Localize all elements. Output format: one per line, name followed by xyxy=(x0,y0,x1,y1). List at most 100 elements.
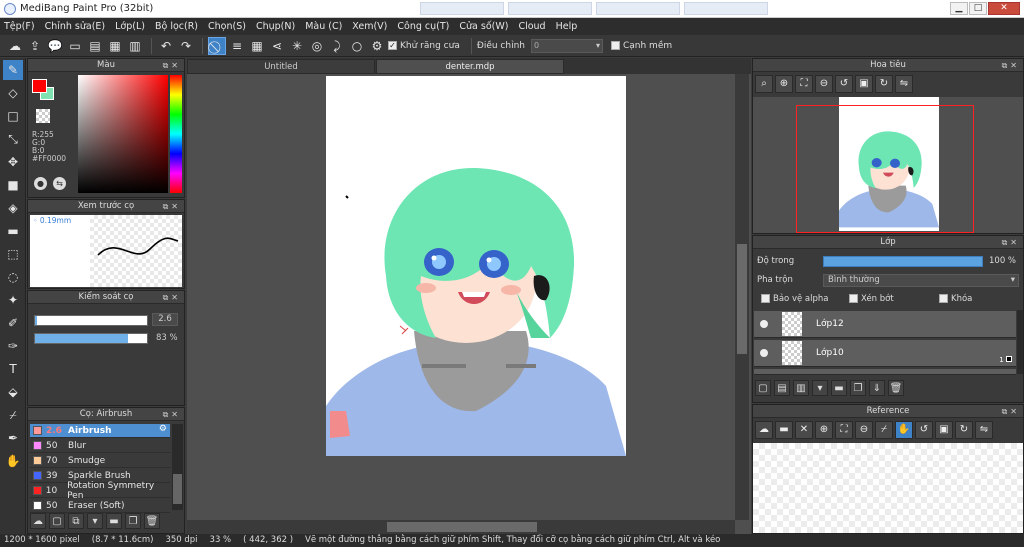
duplicate-layer-icon[interactable]: ❐ xyxy=(850,380,866,396)
protect-alpha-option[interactable]: Bảo vệ alpha xyxy=(761,294,828,304)
circle-snap-icon[interactable]: ◎ xyxy=(308,37,326,55)
menu-tools[interactable]: Công cụ(T) xyxy=(397,21,449,32)
ring-snap-icon[interactable]: ○ xyxy=(348,37,366,55)
canvas-vertical-scrollbar[interactable] xyxy=(735,74,749,520)
panel-buttons[interactable]: ⧉✕ xyxy=(1002,236,1020,249)
menu-view[interactable]: Xem(V) xyxy=(352,21,387,32)
tab-denter[interactable]: denter.mdp xyxy=(376,59,564,74)
bucket-tool-icon[interactable]: ◈ xyxy=(3,198,23,218)
scroll-thumb[interactable] xyxy=(387,522,537,532)
menu-cloud[interactable]: Cloud xyxy=(518,21,545,32)
close-reference-icon[interactable]: ✕ xyxy=(795,421,813,439)
clip-checkbox[interactable] xyxy=(849,294,858,303)
document-icon[interactable]: ▤ xyxy=(86,37,104,55)
protect-alpha-checkbox[interactable] xyxy=(761,294,770,303)
new-brush-icon[interactable]: ▢ xyxy=(49,513,65,529)
dot-tool-icon[interactable]: ⤡ xyxy=(3,129,23,149)
brush-size-slider[interactable] xyxy=(34,315,148,326)
drawing-canvas[interactable] xyxy=(326,76,626,456)
eye-icon[interactable] xyxy=(760,349,768,357)
antialias-checkbox[interactable] xyxy=(388,40,397,50)
delete-layer-icon[interactable]: 🗑 xyxy=(888,380,904,396)
rotate-right-icon[interactable]: ↻ xyxy=(875,75,893,93)
scroll-thumb[interactable] xyxy=(737,244,747,354)
menu-window[interactable]: Cửa số(W) xyxy=(459,21,508,32)
blend-mode-dropdown[interactable]: Bình thường ▾ xyxy=(823,274,1019,287)
sharp-edge-checkbox[interactable] xyxy=(610,40,620,50)
layer-scrollbar[interactable] xyxy=(1017,310,1023,374)
rotate-left-icon[interactable]: ↺ xyxy=(915,421,933,439)
panel-buttons[interactable]: ⧉✕ xyxy=(163,408,181,421)
vanishing-point-icon[interactable]: ⋖ xyxy=(268,37,286,55)
palette-icon[interactable]: ● xyxy=(34,177,47,190)
scroll-thumb[interactable] xyxy=(173,474,182,504)
settings-snap-icon[interactable]: ⚙ xyxy=(368,37,386,55)
panel-buttons[interactable]: ⧉✕ xyxy=(163,59,181,72)
curve-snap-icon[interactable]: ⤸ xyxy=(328,37,346,55)
eyedropper-icon[interactable]: ⌿ xyxy=(3,405,23,425)
brush-item[interactable]: 10 Rotation Symmetry Pen xyxy=(30,481,170,501)
menu-filter[interactable]: Bộ lọc(R) xyxy=(155,21,198,32)
zoom-out-icon[interactable]: ⊖ xyxy=(815,75,833,93)
lock-checkbox[interactable] xyxy=(939,294,948,303)
brush-item[interactable]: 2.6 Airbrush ⚙ xyxy=(30,424,170,438)
layer-add-menu-icon[interactable]: ▾ xyxy=(812,380,828,396)
fill-rect-tool-icon[interactable]: ■ xyxy=(3,175,23,195)
rotate-left-icon[interactable]: ↺ xyxy=(835,75,853,93)
open-folder-icon[interactable]: ▬ xyxy=(775,421,793,439)
close-button[interactable]: ✕ xyxy=(988,2,1020,15)
navigator-viewport-frame[interactable] xyxy=(796,105,974,233)
move-tool-icon[interactable]: ✥ xyxy=(3,152,23,172)
hand-icon[interactable]: ✋ xyxy=(895,421,913,439)
panel-buttons[interactable]: ⧉✕ xyxy=(1002,59,1020,72)
layer-row[interactable]: Lớp12 xyxy=(754,311,1016,338)
tab-untitled[interactable]: Untitled xyxy=(187,59,375,74)
layer-folder-icon[interactable]: ▬ xyxy=(831,380,847,396)
select-pen-icon[interactable]: ✐ xyxy=(3,313,23,333)
new-8bit-layer-icon[interactable]: ▥ xyxy=(793,380,809,396)
transparent-color-swatch[interactable] xyxy=(36,109,50,123)
shape-tool-icon[interactable]: □ xyxy=(3,106,23,126)
brush-size-value[interactable]: 2.6 xyxy=(152,313,178,326)
radial-snap-icon[interactable]: ✳ xyxy=(288,37,306,55)
duplicate-icon[interactable]: ❐ xyxy=(125,513,141,529)
tiles-icon[interactable]: ▥ xyxy=(126,37,144,55)
trash-icon[interactable]: 🗑 xyxy=(144,513,160,529)
eye-icon[interactable] xyxy=(760,320,768,328)
brush-item[interactable]: 70 Smudge xyxy=(30,454,170,468)
flip-icon[interactable]: ⇋ xyxy=(975,421,993,439)
foreground-color-swatch[interactable] xyxy=(32,79,47,93)
antialias-option[interactable]: Khử răng cưa xyxy=(388,40,460,51)
sharp-edge-option[interactable]: Cạnh mềm xyxy=(610,40,672,51)
brush-item[interactable]: 50 Eraser (Soft) xyxy=(30,499,170,513)
layer-row[interactable]: Lớp10 1 xyxy=(754,340,1016,367)
grid-doc-icon[interactable]: ▦ xyxy=(106,37,124,55)
menu-select[interactable]: Chọn(S) xyxy=(208,21,246,32)
cloud-icon[interactable]: ☁ xyxy=(6,37,24,55)
pen-nib-icon[interactable]: ✒ xyxy=(3,428,23,448)
menu-file[interactable]: Tệp(F) xyxy=(4,21,35,32)
lasso-tool-icon[interactable]: ◌ xyxy=(3,267,23,287)
canvas-horizontal-scrollbar[interactable] xyxy=(187,520,735,534)
snap-off-icon[interactable]: ⃠ xyxy=(208,36,226,55)
new-halftone-layer-icon[interactable]: ▤ xyxy=(774,380,790,396)
brush-tool-icon[interactable]: ✎ xyxy=(3,60,23,80)
brush-item[interactable]: 50 Blur xyxy=(30,439,170,453)
zoom-in-icon[interactable]: ⊕ xyxy=(775,75,793,93)
fit-window-icon[interactable]: ⛶ xyxy=(835,421,853,439)
hand-tool-icon[interactable]: ✋ xyxy=(3,451,23,471)
menu-help[interactable]: Help xyxy=(556,21,578,32)
cloud-brush-icon[interactable]: ☁ xyxy=(30,513,46,529)
brush-list-scrollbar[interactable] xyxy=(172,424,183,510)
comment-icon[interactable]: 💬 xyxy=(46,37,64,55)
copy-brush-icon[interactable]: ⧉ xyxy=(68,513,84,529)
upload-icon[interactable]: ⇪ xyxy=(26,37,44,55)
flip-icon[interactable]: ⇋ xyxy=(895,75,913,93)
lock-option[interactable]: Khóa xyxy=(939,294,972,304)
eyedropper-icon[interactable]: ⌿ xyxy=(875,421,893,439)
minimize-button[interactable]: ▁ xyxy=(950,2,968,15)
folder-icon[interactable]: ▬ xyxy=(106,513,122,529)
navigator-view[interactable] xyxy=(753,97,1023,233)
hue-slider[interactable] xyxy=(170,75,182,193)
redo-icon[interactable]: ↷ xyxy=(177,37,195,55)
